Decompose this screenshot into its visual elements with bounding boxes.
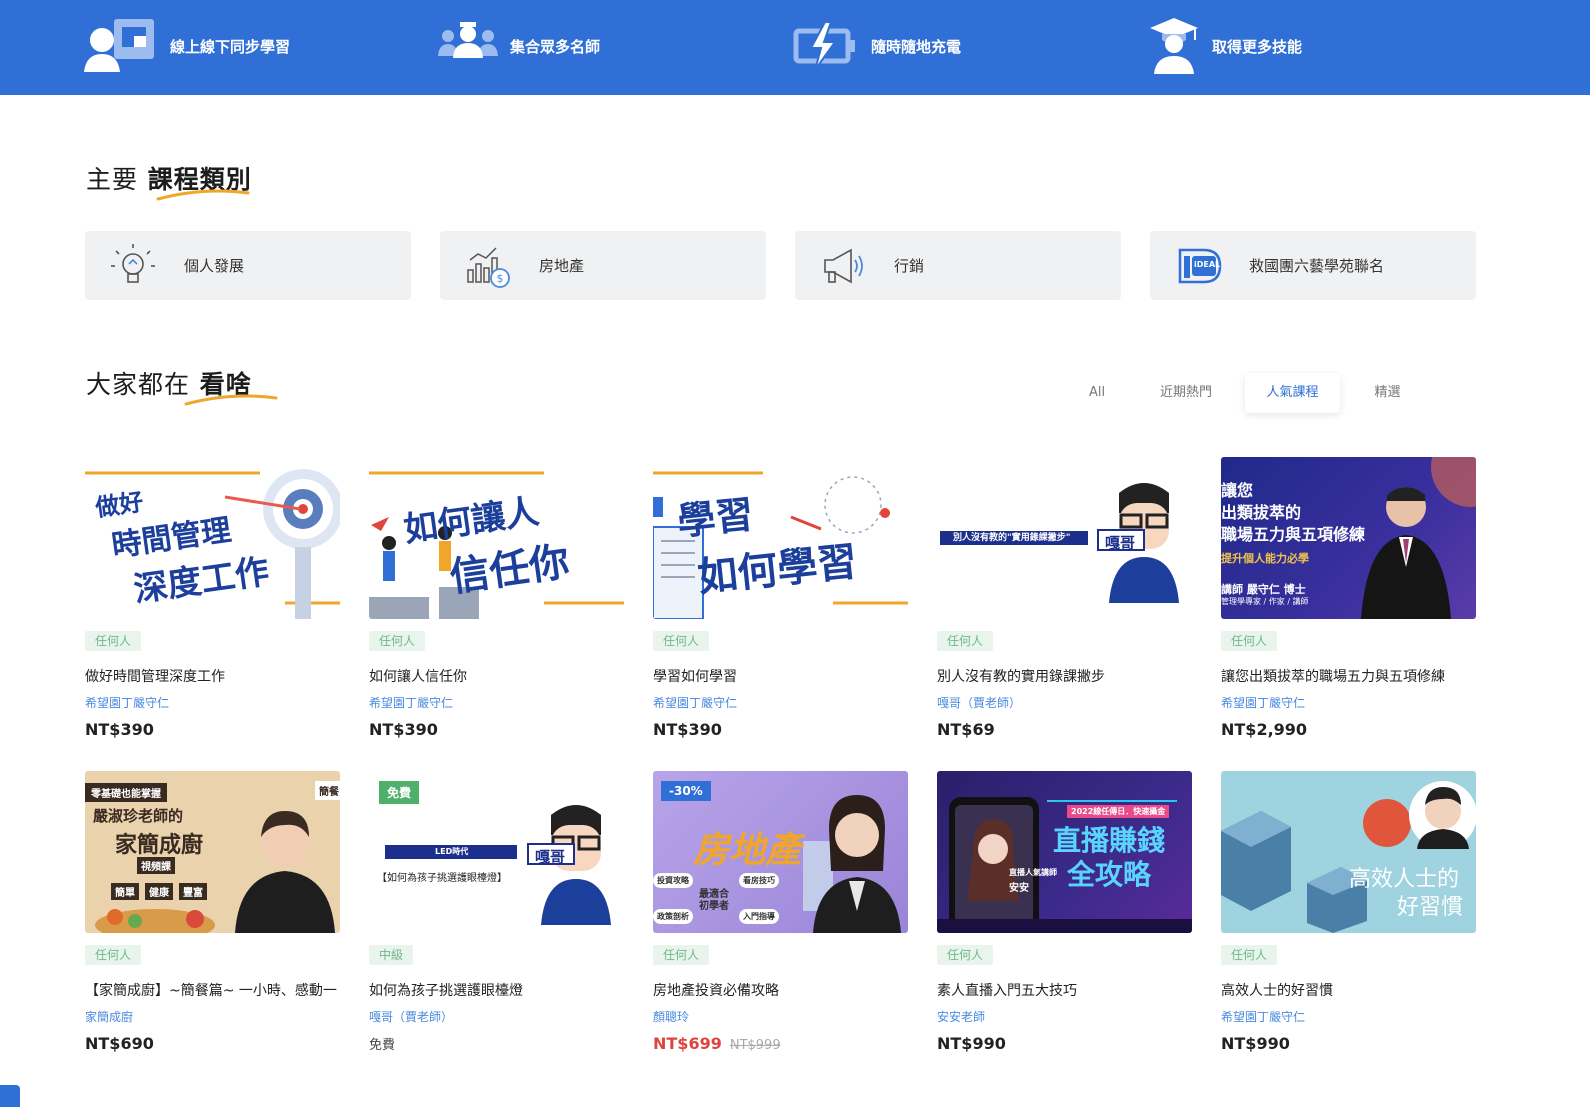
course-card[interactable]: 免費 LED時代 【如何為孩子挑選護眼檯燈】 嘎哥 中級 如何為孩子挑選護眼檯燈…: [369, 771, 624, 1053]
course-card[interactable]: 如何讓人 信任你 任何人 如何讓人信任你 希望園丁嚴守仁 NT$390: [369, 457, 624, 739]
course-thumbnail[interactable]: -30% 房地產 投資攻略 看房技巧 最適合 初學者 政策剖析 入門指導: [653, 771, 908, 933]
course-teacher[interactable]: 希望園丁嚴守仁: [653, 694, 908, 711]
course-teacher[interactable]: 嘎哥（賈老師）: [369, 1008, 624, 1025]
level-tag: 任何人: [1221, 945, 1278, 965]
course-thumbnail[interactable]: 別人沒有教的"實用錄課撇步" 嘎哥: [937, 457, 1192, 619]
course-teacher[interactable]: 嘎哥（賈老師）: [937, 694, 1192, 711]
level-tag: 任何人: [653, 945, 710, 965]
category-label: 房地產: [539, 257, 585, 275]
level-tag: 任何人: [369, 631, 426, 651]
category-label: 救國團六藝學苑聯名: [1249, 257, 1385, 275]
course-price: NT$690: [85, 1034, 154, 1053]
category-personal-development[interactable]: 個人發展: [85, 231, 411, 300]
course-thumbnail[interactable]: 如何讓人 信任你: [369, 457, 624, 619]
feature-label: 隨時隨地充電: [871, 37, 962, 56]
course-price: NT$990: [937, 1034, 1006, 1053]
course-title[interactable]: 如何讓人信任你: [369, 666, 624, 686]
course-price: NT$990: [1221, 1034, 1290, 1053]
feature-label: 線上線下同步學習: [170, 37, 291, 56]
course-price: NT$390: [653, 720, 722, 739]
category-marketing[interactable]: 行銷: [795, 231, 1121, 300]
course-price: NT$699 NT$999: [653, 1034, 908, 1053]
course-card[interactable]: -30% 房地產 投資攻略 看房技巧 最適合 初學者 政策剖析 入門指導 任何人…: [653, 771, 908, 1053]
discount-badge: -30%: [661, 781, 711, 801]
tab-all[interactable]: All: [1067, 373, 1127, 413]
heading-underline: [156, 189, 250, 201]
course-teacher[interactable]: 希望園丁嚴守仁: [1221, 694, 1476, 711]
megaphone-icon: [819, 242, 867, 290]
battery-charge-icon: [793, 14, 859, 78]
teachers-group-icon: [438, 14, 498, 78]
category-label: 行銷: [894, 257, 925, 275]
sale-price: NT$699: [653, 1034, 722, 1053]
floating-widget-button[interactable]: [0, 1085, 20, 1107]
svg-text:$: $: [497, 272, 504, 285]
course-card[interactable]: 學習 如何學習 任何人 學習如何學習 希望園丁嚴守仁 NT$390: [653, 457, 908, 739]
course-price: NT$390: [369, 720, 438, 739]
course-title[interactable]: 讓您出類拔萃的職場五力與五項修練: [1221, 666, 1476, 686]
category-ideal-partner[interactable]: iDEAL 救國團六藝學苑聯名: [1150, 231, 1476, 300]
online-class-icon: [84, 14, 158, 78]
course-title[interactable]: 素人直播入門五大技巧: [937, 980, 1192, 1000]
course-filter-tabs: All 近期熱門 人氣課程 精選: [1067, 373, 1435, 413]
course-card[interactable]: 高效人士的 好習慣 任何人 高效人士的好習慣 希望園丁嚴守仁 NT$990: [1221, 771, 1476, 1053]
course-card[interactable]: 讓您 出類拔萃的 職場五力與五項修練 提升個人能力必學 講師 嚴守仁 博士 管理…: [1221, 457, 1476, 739]
course-teacher[interactable]: 希望園丁嚴守仁: [1221, 1008, 1476, 1025]
level-tag: 任何人: [1221, 631, 1278, 651]
ideal-logo-icon: iDEAL: [1174, 242, 1222, 290]
feature-charge: 隨時隨地充電: [793, 14, 961, 78]
course-title[interactable]: 房地產投資必備攻略: [653, 980, 908, 1000]
course-thumbnail[interactable]: 零基礎也能掌握 簡餐 嚴淑珍老師的 家簡成廚 視頻課 簡單 健康 豐富: [85, 771, 340, 933]
course-thumbnail[interactable]: 高效人士的 好習慣: [1221, 771, 1476, 933]
course-title[interactable]: 別人沒有教的實用錄課撇步: [937, 666, 1192, 686]
feature-label: 集合眾多名師: [510, 37, 601, 56]
feature-skills: 取得更多技能: [1148, 14, 1302, 78]
feature-online-sync: 線上線下同步學習: [84, 14, 290, 78]
course-card[interactable]: 2022線任傳日．快速攝金 直播賺錢 全攻略 直播人氣講師 安安 任何人 素人直…: [937, 771, 1192, 1053]
feature-label: 取得更多技能: [1212, 37, 1303, 56]
tab-recent-hot[interactable]: 近期熱門: [1127, 373, 1245, 413]
course-title[interactable]: 高效人士的好習慣: [1221, 980, 1476, 1000]
feature-banner: 線上線下同步學習 集合眾多名師 隨時隨地充電 取得更多技能: [0, 0, 1590, 95]
course-title[interactable]: 【家簡成廚】~簡餐篇~ 一小時、感動一: [85, 980, 340, 1000]
level-tag: 任何人: [85, 631, 142, 651]
course-price: 免費: [369, 1038, 396, 1053]
course-teacher[interactable]: 希望園丁嚴守仁: [369, 694, 624, 711]
course-card[interactable]: 別人沒有教的"實用錄課撇步" 嘎哥 任何人 別人沒有教的實用錄課撇步 嘎哥（賈老…: [937, 457, 1192, 739]
course-thumbnail[interactable]: 2022線任傳日．快速攝金 直播賺錢 全攻略 直播人氣講師 安安: [937, 771, 1192, 933]
level-tag: 任何人: [937, 631, 994, 651]
lightbulb-icon: [109, 242, 157, 290]
course-thumbnail[interactable]: 做好 時間管理 深度工作: [85, 457, 340, 619]
course-teacher[interactable]: 希望園丁嚴守仁: [85, 694, 340, 711]
tab-featured[interactable]: 精選: [1340, 373, 1435, 413]
course-title[interactable]: 學習如何學習: [653, 666, 908, 686]
original-price: NT$999: [729, 1038, 781, 1053]
course-card[interactable]: 零基礎也能掌握 簡餐 嚴淑珍老師的 家簡成廚 視頻課 簡單 健康 豐富 任何人 …: [85, 771, 340, 1053]
level-tag: 任何人: [85, 945, 142, 965]
free-badge: 免費: [379, 781, 420, 804]
graduate-icon: [1148, 14, 1200, 78]
category-real-estate[interactable]: $ 房地產: [440, 231, 766, 300]
category-label: 個人發展: [184, 257, 245, 275]
ideal-logo-text: iDEAL: [1194, 259, 1221, 269]
course-thumbnail[interactable]: 讓您 出類拔萃的 職場五力與五項修練 提升個人能力必學 講師 嚴守仁 博士 管理…: [1221, 457, 1476, 619]
level-tag: 任何人: [937, 945, 994, 965]
course-price: NT$2,990: [1221, 720, 1308, 739]
course-title[interactable]: 做好時間管理深度工作: [85, 666, 340, 686]
course-price: NT$390: [85, 720, 154, 739]
course-teacher[interactable]: 顏聰玲: [653, 1008, 908, 1025]
course-thumbnail[interactable]: 免費 LED時代 【如何為孩子挑選護眼檯燈】 嘎哥: [369, 771, 624, 933]
course-title[interactable]: 如何為孩子挑選護眼檯燈: [369, 980, 624, 1000]
finance-chart-icon: $: [464, 242, 512, 290]
heading-underline: [184, 394, 278, 406]
course-price: NT$69: [937, 720, 995, 739]
course-teacher[interactable]: 家簡成廚: [85, 1008, 340, 1025]
feature-teachers: 集合眾多名師: [438, 14, 600, 78]
course-thumbnail[interactable]: 學習 如何學習: [653, 457, 908, 619]
tab-popular[interactable]: 人氣課程: [1245, 373, 1340, 413]
level-tag: 中級: [369, 945, 414, 965]
course-teacher[interactable]: 安安老師: [937, 1008, 1192, 1025]
course-card[interactable]: 做好 時間管理 深度工作 任何人 做好時間管理深度工作 希望園丁嚴守仁 NT$3…: [85, 457, 340, 739]
level-tag: 任何人: [653, 631, 710, 651]
